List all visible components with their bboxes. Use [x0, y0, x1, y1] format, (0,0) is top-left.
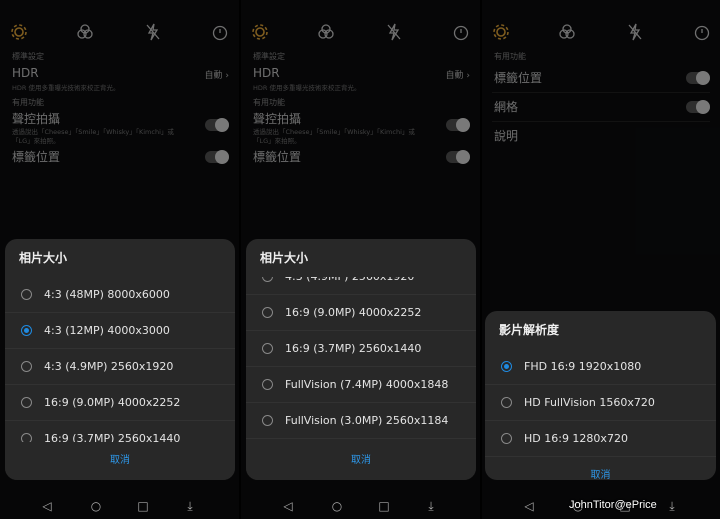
radio-unselected-icon[interactable]: [262, 277, 273, 282]
radio-selected-icon[interactable]: [501, 361, 512, 372]
option-label: FullVision (3.0MP) 2560x1184: [285, 414, 449, 427]
option-label: 16:9 (9.0MP) 4000x2252: [285, 306, 422, 319]
radio-unselected-icon[interactable]: [262, 379, 273, 390]
dialog-title: 影片解析度: [499, 323, 560, 337]
option-label: FHD 16:9 1920x1080: [524, 360, 642, 373]
hide-keyboard-icon[interactable]: ⤓: [421, 493, 441, 519]
system-navigation-bar: ◁ ○ □ ⤓: [241, 493, 480, 519]
option-label: 4:3 (12MP) 4000x3000: [44, 324, 170, 337]
option-item[interactable]: HD FullVision 1560x720: [485, 385, 716, 421]
option-item[interactable]: HD 16:9 1280x720: [485, 421, 716, 457]
watermark: JohnTitor@ePrice: [569, 499, 657, 511]
system-navigation-bar: ◁ ○ □ ⤓: [0, 493, 239, 519]
recents-icon[interactable]: □: [133, 493, 153, 519]
option-item[interactable]: 16:9 (3.7MP) 2560x1440: [246, 331, 476, 367]
option-item[interactable]: FullVision (3.0MP) 2560x1184: [246, 403, 476, 439]
video-resolution-options[interactable]: FHD 16:9 1920x1080 HD FullVision 1560x720…: [485, 349, 716, 457]
radio-unselected-icon[interactable]: [21, 397, 32, 408]
back-icon[interactable]: ◁: [519, 493, 539, 519]
option-item[interactable]: 4:3 (48MP) 8000x6000: [5, 277, 235, 313]
option-item[interactable]: 4:3 (12MP) 4000x3000: [5, 313, 235, 349]
cancel-button[interactable]: 取消: [246, 442, 476, 480]
radio-unselected-icon[interactable]: [501, 397, 512, 408]
hide-keyboard-icon[interactable]: ⤓: [180, 493, 200, 519]
radio-unselected-icon[interactable]: [262, 307, 273, 318]
option-label: 4:3 (4.9MP) 2560x1920: [285, 277, 414, 283]
video-resolution-dialog: 影片解析度 FHD 16:9 1920x1080 HD FullVision 15…: [485, 311, 716, 480]
option-item[interactable]: 4:3 (4.9MP) 2560x1920: [246, 277, 476, 295]
option-label: 16:9 (3.7MP) 2560x1440: [285, 342, 422, 355]
option-item[interactable]: 16:9 (9.0MP) 4000x2252: [5, 385, 235, 421]
option-label: 4:3 (4.9MP) 2560x1920: [44, 360, 174, 373]
back-icon[interactable]: ◁: [278, 493, 298, 519]
dialog-title: 相片大小: [19, 251, 68, 265]
phone-screen-video-resolution: 有用功能 標籤位置 網格 說明 影片解析度 FHD 16:9 1920x1080…: [482, 0, 720, 519]
dialog-title: 相片大小: [260, 251, 309, 265]
option-label: FullVision (7.4MP) 4000x1848: [285, 378, 449, 391]
cancel-button[interactable]: 取消: [485, 457, 716, 480]
option-item[interactable]: FullVision (7.4MP) 4000x1848: [246, 367, 476, 403]
radio-unselected-icon[interactable]: [262, 343, 273, 354]
photo-size-dialog: 相片大小 4:3 (48MP) 8000x6000 4:3 (12MP) 4000…: [5, 239, 235, 480]
option-label: 4:3 (48MP) 8000x6000: [44, 288, 170, 301]
option-label: HD FullVision 1560x720: [524, 396, 655, 409]
option-item[interactable]: 16:9 (9.0MP) 4000x2252: [246, 295, 476, 331]
radio-unselected-icon[interactable]: [21, 361, 32, 372]
home-icon[interactable]: ○: [327, 493, 347, 519]
radio-unselected-icon[interactable]: [262, 415, 273, 426]
hide-keyboard-icon[interactable]: ⤓: [662, 493, 682, 519]
radio-selected-icon[interactable]: [21, 325, 32, 336]
option-label: HD 16:9 1280x720: [524, 432, 628, 445]
cancel-button[interactable]: 取消: [5, 442, 235, 480]
photo-size-dialog: 相片大小 4:3 (4.9MP) 2560x1920 16:9 (9.0MP) 4…: [246, 239, 476, 480]
recents-icon[interactable]: □: [374, 493, 394, 519]
back-icon[interactable]: ◁: [37, 493, 57, 519]
home-icon[interactable]: ○: [86, 493, 106, 519]
option-item[interactable]: 4:3 (4.9MP) 2560x1920: [5, 349, 235, 385]
phone-screen-photo-size-2: 標準設定 HDR HDR 使用多重曝光技術來校正背光。 自動 › 有用功能 聲控…: [241, 0, 480, 519]
radio-unselected-icon[interactable]: [21, 289, 32, 300]
radio-unselected-icon[interactable]: [501, 433, 512, 444]
option-item[interactable]: FHD 16:9 1920x1080: [485, 349, 716, 385]
option-label: 16:9 (9.0MP) 4000x2252: [44, 396, 181, 409]
phone-screen-photo-size-1: 標準設定 HDR HDR 使用多重曝光技術來校正背光。 自動 › 有用功能 聲控…: [0, 0, 239, 519]
